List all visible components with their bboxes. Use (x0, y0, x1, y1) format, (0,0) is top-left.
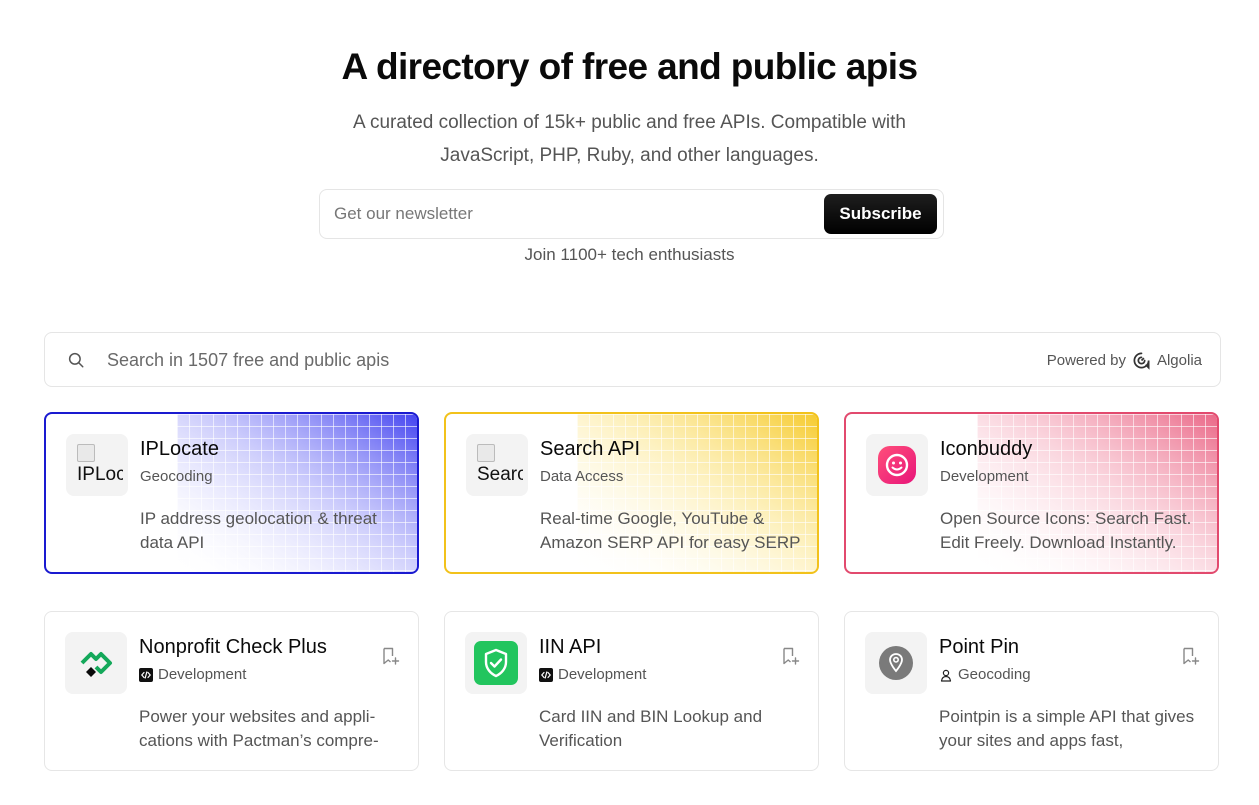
pactman-logo-icon (80, 652, 112, 677)
powered-by-label: Powered by (1046, 352, 1126, 369)
api-title: IIN API (539, 636, 602, 658)
api-category: Geocoding (939, 666, 1031, 683)
search-icon (68, 352, 84, 368)
page-title: A directory of free and public apis (341, 46, 919, 87)
smiley-face-icon (878, 446, 916, 484)
api-logo-iconbuddy (866, 434, 928, 496)
bookmark-add-icon[interactable] (380, 646, 400, 666)
api-description: IP address geolocation & threat data API (140, 509, 377, 552)
map-pin-icon (879, 646, 913, 680)
api-description: Pointpin is a simple API that gives your… (939, 707, 1195, 750)
api-category: Development (940, 468, 1029, 485)
api-category: Development (139, 666, 246, 683)
api-description: Power your websites and appli­cations wi… (139, 707, 379, 750)
shield-check-icon (474, 641, 518, 685)
api-logo-search-api: Search API (466, 434, 528, 496)
api-category: Development (539, 666, 646, 683)
api-title: Point Pin (939, 636, 1020, 658)
api-card-point-pin[interactable]: Point Pin Geocoding Pointpin is a simple… (844, 611, 1219, 771)
api-search-input[interactable] (107, 345, 907, 375)
api-category: Data Access (540, 468, 624, 485)
api-card-iconbuddy[interactable]: Iconbuddy Development Open Source Icons:… (844, 412, 1219, 574)
page-subtitle: A curated collection of 15k+ public and … (0, 106, 1259, 172)
newsletter-form: Subscribe (319, 189, 944, 239)
subscribe-button[interactable]: Subscribe (824, 194, 937, 234)
api-description: Open Source Icons: Search Fast. Edit Fre… (940, 509, 1192, 552)
bookmark-add-icon[interactable] (1180, 646, 1200, 666)
logo-alt-text: Search API (477, 464, 523, 485)
algolia-icon (1133, 352, 1150, 370)
api-card-search-api[interactable]: Search API Search API Data Access Real-t… (444, 412, 819, 574)
api-title: Search API (540, 438, 641, 460)
api-title: Nonprofit Check Plus (139, 636, 327, 658)
api-title: Iconbuddy (940, 438, 1033, 460)
api-card-nonprofit-check-plus[interactable]: Nonprofit Check Plus Development Power y… (44, 611, 419, 771)
api-logo-iplocate: IPLocate (66, 434, 128, 496)
bookmark-add-icon[interactable] (780, 646, 800, 666)
api-card-iin-api[interactable]: IIN API Development Card IIN and BIN Loo… (444, 611, 819, 771)
api-logo-nonprofit-check-plus (65, 632, 127, 694)
api-description: Real-time Google, YouTube & Amazon SERP … (540, 509, 801, 552)
api-title: IPLocate (140, 438, 219, 460)
subtitle-line-2: JavaScript, PHP, Ruby, and other languag… (440, 145, 819, 166)
algolia-label: Algolia (1156, 352, 1202, 369)
api-description: Card IIN and BIN Lookup and Verification (539, 707, 763, 750)
code-icon (539, 667, 553, 682)
logo-alt-text: IPLocate (77, 464, 123, 485)
broken-image-icon (477, 444, 495, 462)
powered-by-algolia[interactable]: Powered by Algolia (1047, 351, 1202, 370)
subtitle-line-1: A curated collection of 15k+ public and … (353, 112, 906, 133)
api-logo-point-pin (865, 632, 927, 694)
api-logo-iin-api (465, 632, 527, 694)
newsletter-email-input[interactable] (334, 200, 814, 228)
api-search-bar: Powered by Algolia (44, 332, 1221, 387)
code-icon (139, 667, 153, 682)
person-pin-icon (940, 669, 952, 682)
broken-image-icon (77, 444, 95, 462)
newsletter-join-text: Join 1100+ tech enthusiasts (524, 245, 735, 264)
api-category: Geocoding (140, 468, 213, 485)
api-card-iplocate[interactable]: IPLocate IPLocate Geocoding IP address g… (44, 412, 419, 574)
